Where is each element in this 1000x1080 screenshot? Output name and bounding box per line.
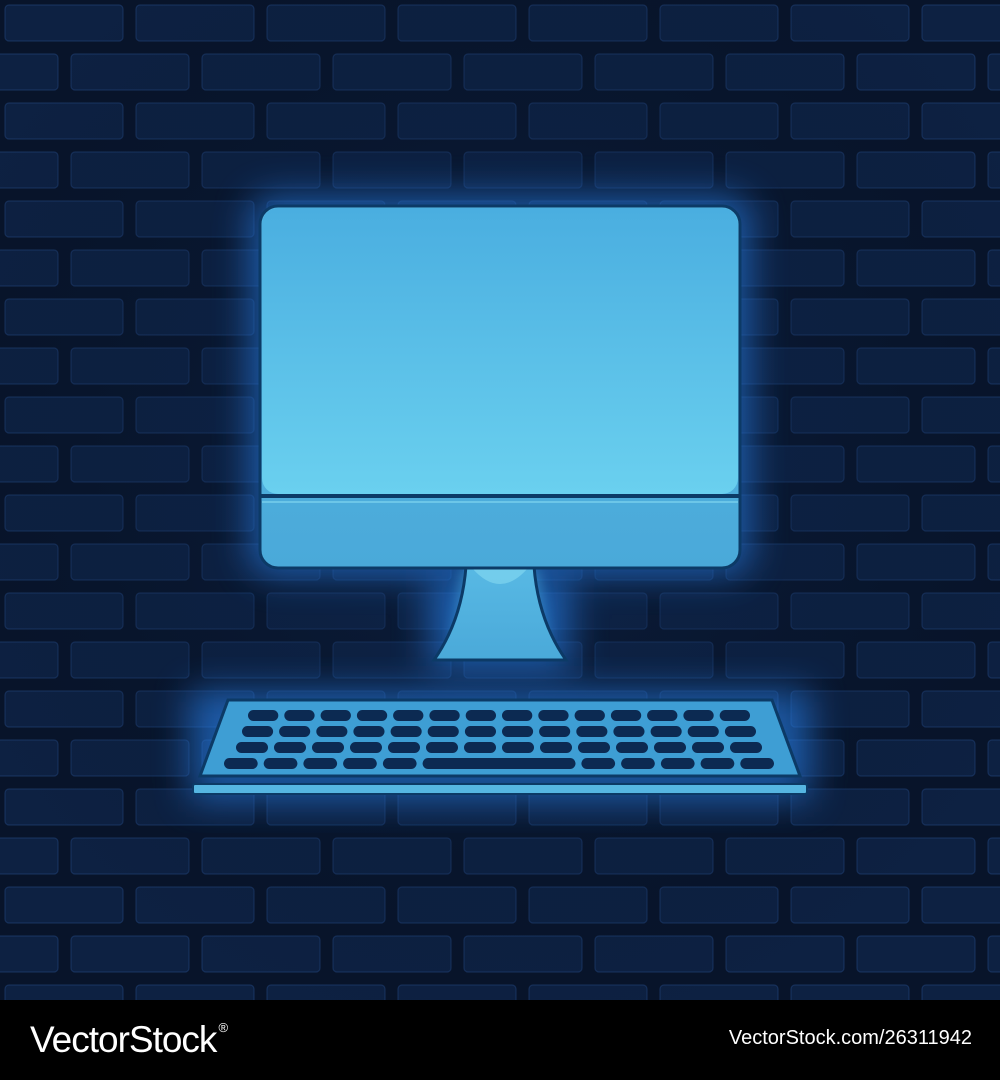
keyboard-key [429,710,460,721]
keyboard-key [692,742,724,753]
keyboard-key [320,710,351,721]
keyboard-key [621,758,655,769]
brand-logo: VectorStock ® [30,1018,228,1062]
monitor-screen [262,208,738,494]
registered-mark: ® [218,1019,229,1035]
keyboard-key [502,742,534,753]
keyboard-key [616,742,648,753]
keyboard-key [393,710,424,721]
keyboard-key [539,726,571,737]
keyboard-key [578,742,610,753]
keyboard-key [660,758,695,769]
keyboard-key [613,726,645,737]
keyboard-key [236,742,268,753]
keyboard-key [248,710,279,721]
stock-image: VectorStock ® VectorStock.com/26311942 [0,0,1000,1080]
keyboard-key [683,710,714,721]
keyboard-key [730,742,762,753]
keyboard-key [465,710,496,721]
keyboard-key [350,742,382,753]
keyboard-key [426,742,458,753]
spacebar-key [422,758,576,769]
keyboard-key [724,726,756,737]
illustration-canvas [0,0,1000,1000]
keyboard-key [647,710,678,721]
keyboard-key [574,710,605,721]
keyboard-key [687,726,719,737]
keyboard-key [353,726,385,737]
keyboard-key [650,726,682,737]
watermark-footer: VectorStock ® VectorStock.com/26311942 [0,1000,1000,1080]
keyboard-key [610,710,642,721]
keyboard-key [464,726,496,737]
keyboard-key [279,726,311,737]
keyboard-key [274,742,306,753]
keyboard-key [654,742,686,753]
keyboard-key [263,758,298,769]
keyboard-key [538,710,569,721]
keyboard-key [502,710,533,721]
keyboard-key [303,758,338,769]
keyboard-key [576,726,608,737]
image-id: VectorStock.com/26311942 [728,1027,972,1049]
keyboard-key [224,758,258,769]
keyboard-key [540,742,572,753]
keyboard-key [427,726,459,737]
brand-name: VectorStock [30,1019,217,1060]
keyboard-key [390,726,422,737]
keyboard-key [388,742,420,753]
keyboard-key [740,758,774,769]
keyboard-key [242,726,274,737]
keyboard-key [316,726,348,737]
keyboard-key [464,742,496,753]
keyboard-base [192,783,808,795]
keyboard-key [382,758,417,769]
keyboard-key [719,710,750,721]
keyboard-key [581,758,616,769]
keyboard-key [700,758,735,769]
keyboard-key [343,758,377,769]
keyboard-key [356,710,388,721]
keyboard-key [312,742,344,753]
keyboard-key [502,726,534,737]
keyboard-key [284,710,315,721]
